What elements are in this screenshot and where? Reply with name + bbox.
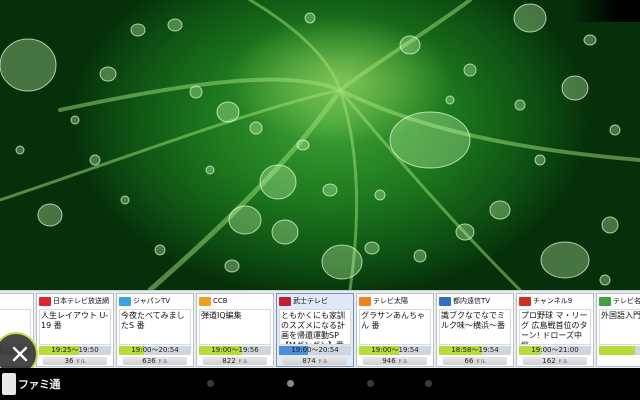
channel-card[interactable]: チャンネル9 プロ野球 マ・リーグ 広島戦首位のターン! ドローズ中継19:00〜…: [516, 293, 594, 367]
rating-value: 874 ドル: [283, 357, 347, 365]
channel-logo-icon: [359, 296, 371, 306]
close-icon: [12, 346, 28, 362]
bottom-bar: [0, 368, 640, 400]
corner-shadow: [570, 0, 640, 22]
channel-name: 都内遠信TV: [453, 297, 491, 305]
program-title: ともかくにも家訓のスズメになる計画を帰還運動SP【Mダンダン】番: [279, 309, 351, 345]
wallpaper-image: [0, 0, 640, 290]
page-indicator-dot[interactable]: [207, 380, 214, 387]
channel-header: テレビ名: [597, 294, 640, 308]
channel-header: 武士テレビ: [277, 294, 353, 308]
program-title: 識ブクなでなでミルク味〜横浜〜番: [439, 309, 511, 345]
program-title: 人生レイアウト U-19 番: [39, 309, 111, 345]
channel-logo-icon: [439, 296, 451, 306]
program-time: 19:00〜20:54: [131, 346, 179, 354]
channel-name: 日本テレビ放送網: [53, 297, 109, 305]
channel-card[interactable]: 日本テレビ放送網人生レイアウト U-19 番 19:25〜19:50 36 ドル: [36, 293, 114, 367]
program-time: 19:00〜20:54: [291, 346, 339, 354]
channel-card[interactable]: テレビ名外国語入門: [596, 293, 640, 367]
page-indicator-dot[interactable]: [367, 380, 374, 387]
channel-card[interactable]: テレビ太陽グラサンあんちゃん 番 19:00〜19:54 946 ドル: [356, 293, 434, 367]
channel-header: 都内遠信TV: [437, 294, 513, 308]
program-time: 19:00〜19:54: [371, 346, 419, 354]
channel-logo-icon: [199, 296, 211, 306]
channel-name: チャンネル9: [533, 297, 573, 305]
program-time: 19:00〜19:56: [211, 346, 259, 354]
channel-header: CCB: [197, 294, 273, 308]
channel-logo-icon: [519, 296, 531, 306]
channel-logo-icon: [599, 296, 611, 306]
channel-name: テレビ名: [613, 297, 640, 305]
program-title: 弾道IQ編集: [199, 309, 271, 345]
channel-logo-icon: [39, 296, 51, 306]
watermark: ファミ通: [2, 371, 61, 397]
channel-name: 武士テレビ: [293, 297, 328, 305]
program-time: 19:00〜21:00: [531, 346, 579, 354]
program-time: [599, 346, 640, 355]
channel-logo-icon: [279, 296, 291, 306]
program-title: 今夜たべてみましたS 番: [119, 309, 191, 345]
channel-strip[interactable]: ここう番日本テレビ放送網人生レイアウト U-19 番19:25〜19:5036ド…: [0, 290, 640, 368]
rating-value: 36 ドル: [43, 357, 107, 365]
program-title: 外国語入門: [599, 309, 640, 345]
watermark-logo: [2, 373, 16, 395]
page-indicator-dot[interactable]: [287, 380, 294, 387]
rating-value: 946 ドル: [363, 357, 427, 365]
rating-value: 162 ドル: [523, 357, 587, 365]
rating-value: 66 ドル: [443, 357, 507, 365]
program-time: 18:58〜19:54: [451, 346, 499, 354]
channel-name: ジャパンTV: [133, 297, 171, 305]
channel-header: [0, 294, 33, 308]
channel-header: テレビ太陽: [357, 294, 433, 308]
channel-card[interactable]: ジャパンTV 今夜たべてみましたS 番 19:00〜20:54 636 ドル: [116, 293, 194, 367]
channel-card[interactable]: 都内遠信TV 識ブクなでなでミルク味〜横浜〜番 18:58〜19:54 66 ドル: [436, 293, 514, 367]
channel-header: 日本テレビ放送網: [37, 294, 113, 308]
rating-value: 822 ドル: [203, 357, 267, 365]
program-title: グラサンあんちゃん 番: [359, 309, 431, 345]
watermark-text: ファミ通: [18, 378, 61, 391]
page-indicator-dot[interactable]: [425, 380, 432, 387]
leaf-drops-graphic: [0, 0, 640, 290]
channel-logo-icon: [119, 296, 131, 306]
channel-header: チャンネル9: [517, 294, 593, 308]
channel-name: テレビ太陽: [373, 297, 408, 305]
channel-card[interactable]: 武士テレビともかくにも家訓のスズメになる計画を帰還運動SP【Mダンダン】番19:…: [276, 293, 354, 367]
channel-header: ジャパンTV: [117, 294, 193, 308]
channel-name: CCB: [213, 297, 228, 305]
program-time: 19:25〜19:50: [51, 346, 99, 354]
channel-card[interactable]: CCB 弾道IQ編集 19:00〜19:56 822 ドル: [196, 293, 274, 367]
rating-value: 636 ドル: [123, 357, 187, 365]
program-title: プロ野球 マ・リーグ 広島戦首位のターン! ドローズ中継: [519, 309, 591, 345]
